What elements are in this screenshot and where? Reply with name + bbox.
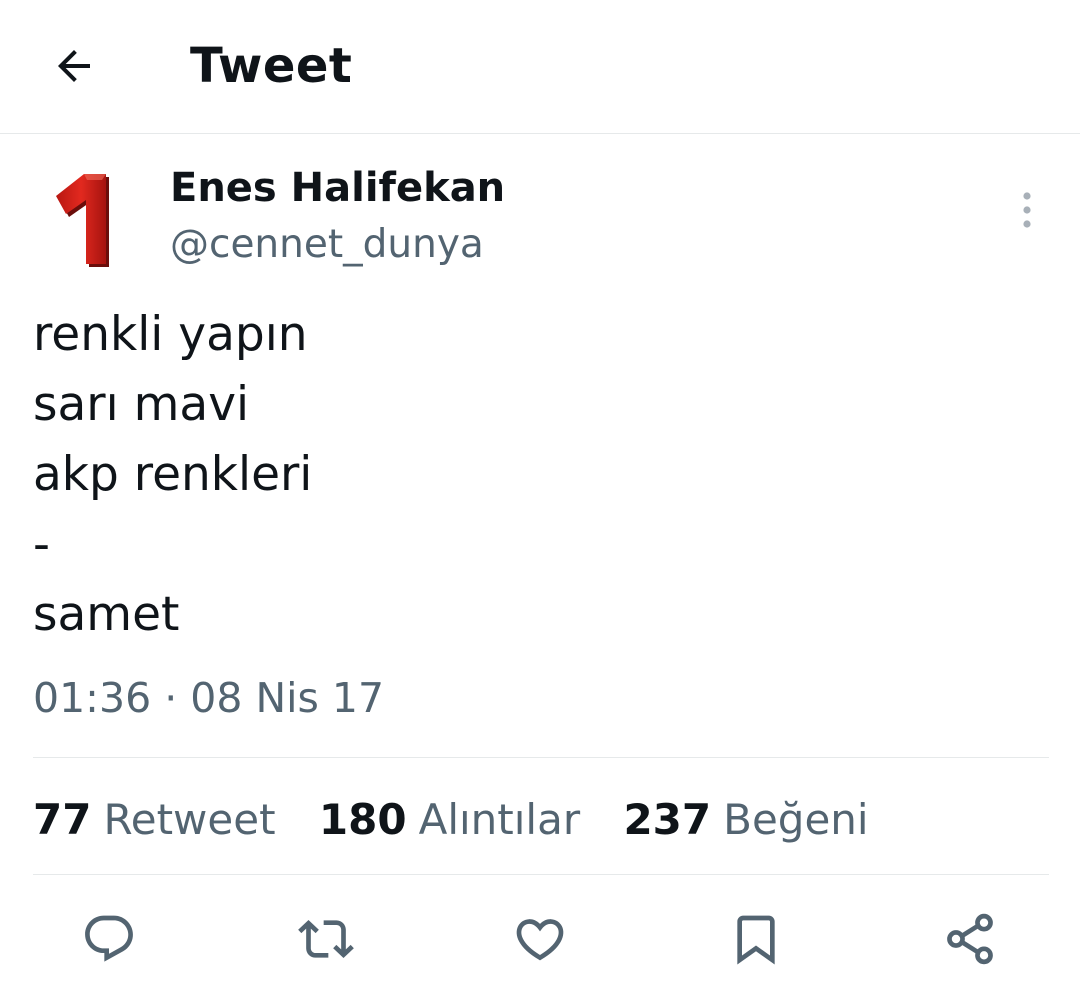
stat-label: Beğeni <box>723 795 869 844</box>
share-icon <box>947 913 993 965</box>
page-title: Tweet <box>190 38 353 94</box>
bookmark-button[interactable] <box>723 906 789 972</box>
action-bar <box>0 906 1080 972</box>
stat-number: 180 <box>318 795 407 844</box>
like-button[interactable] <box>507 906 573 972</box>
tweet-timestamp[interactable]: 01:36 · 08 Nis 17 <box>33 670 384 726</box>
back-arrow-icon <box>58 50 90 82</box>
divider <box>33 757 1049 758</box>
tweet-text: renkli yapın sarı mavi akp renkleri - sa… <box>33 300 1043 650</box>
reply-button[interactable] <box>76 906 142 972</box>
like-count[interactable]: 237 Beğeni <box>623 790 868 850</box>
divider <box>33 874 1049 875</box>
retweet-button[interactable] <box>293 906 359 972</box>
tweet-line: renkli yapın <box>33 307 308 362</box>
reply-icon <box>85 915 133 962</box>
tweet-line: - <box>33 517 50 572</box>
retweet-icon <box>298 920 354 958</box>
avatar[interactable] <box>40 160 130 276</box>
like-icon <box>516 919 564 961</box>
stat-label: Retweet <box>103 795 276 844</box>
bookmark-icon <box>737 915 775 965</box>
quote-count[interactable]: 180 Alıntılar <box>319 790 580 850</box>
top-bar: Tweet <box>0 0 1080 134</box>
author-display-name[interactable]: Enes Halifekan <box>170 162 505 214</box>
stat-number: 77 <box>33 795 92 844</box>
avatar-number-one-logo <box>56 174 109 267</box>
more-vertical-icon <box>1023 192 1031 228</box>
more-options-button[interactable] <box>1008 188 1046 232</box>
tweet-line: samet <box>33 587 180 642</box>
share-button[interactable] <box>937 906 1003 972</box>
tweet-line: akp renkleri <box>33 447 313 502</box>
stat-number: 237 <box>623 795 712 844</box>
author-handle[interactable]: @cennet_dunya <box>170 220 484 270</box>
back-button[interactable] <box>46 38 102 94</box>
engagement-stats: 77 Retweet 180 Alıntılar 237 Beğeni <box>33 790 899 850</box>
stat-label: Alıntılar <box>418 795 581 844</box>
tweet-line: sarı mavi <box>33 377 250 432</box>
retweet-count[interactable]: 77 Retweet <box>33 790 276 850</box>
